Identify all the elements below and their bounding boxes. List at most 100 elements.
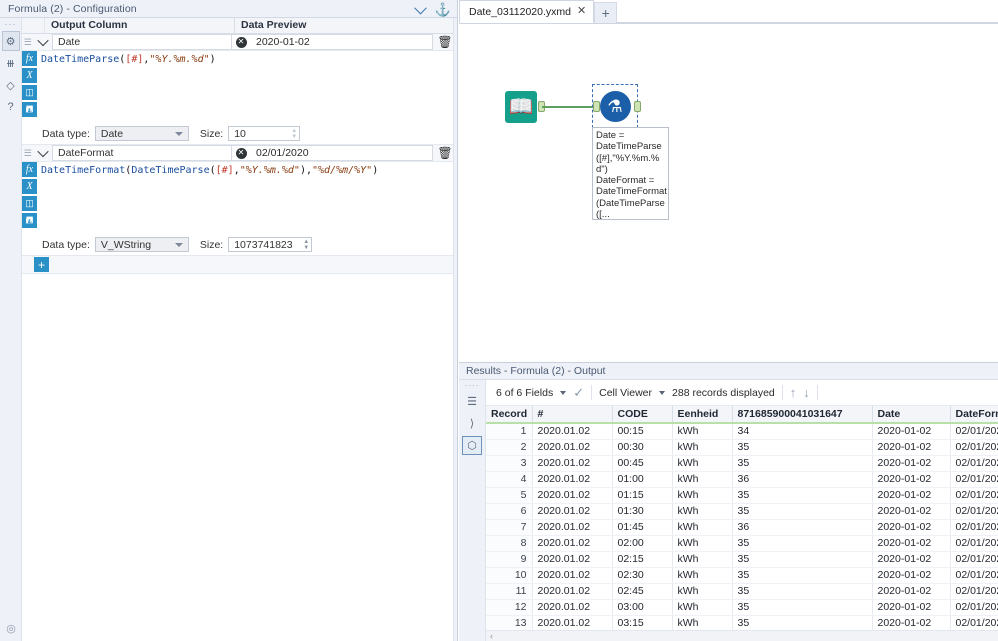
table-cell[interactable]: 2020-01-02 bbox=[872, 423, 951, 440]
table-row[interactable]: 12020.01.0200:15kWh342020-01-0202/01/202… bbox=[486, 423, 998, 440]
results-horizontal-scrollbar[interactable]: ‹ bbox=[486, 630, 998, 641]
save-expression-button[interactable]: 🖪 bbox=[22, 213, 37, 228]
table-cell[interactable]: 02/01/2020 bbox=[950, 615, 998, 630]
cell-viewer-chevron-down-icon[interactable] bbox=[659, 390, 666, 395]
add-formula-button[interactable]: + bbox=[34, 257, 49, 272]
column-header-871685900041031647[interactable]: 871685900041031647 bbox=[732, 406, 873, 424]
table-cell[interactable]: 2 bbox=[486, 439, 533, 456]
table-row[interactable]: 22020.01.0200:30kWh352020-01-0202/01/202… bbox=[486, 439, 998, 456]
size-input[interactable]: 1073741823 ▲ ▼ bbox=[228, 237, 313, 252]
table-cell[interactable]: kWh bbox=[672, 615, 733, 630]
table-cell[interactable]: 7 bbox=[486, 519, 533, 536]
table-row[interactable]: 32020.01.0200:45kWh352020-01-0202/01/202… bbox=[486, 455, 998, 472]
table-cell[interactable]: 2020-01-02 bbox=[872, 535, 951, 552]
table-cell[interactable]: 02/01/2020 bbox=[950, 599, 998, 616]
table-row[interactable]: 13 2020.01.02 03:15 kWh 35 2020-01-02 02/01/20… bbox=[486, 615, 998, 630]
table-row[interactable]: 42020.01.0201:00kWh362020-01-0202/01/202… bbox=[486, 471, 998, 488]
rail-help-icon[interactable]: ? bbox=[2, 97, 20, 117]
column-header-eenheid[interactable]: Eenheid bbox=[672, 406, 733, 424]
table-cell[interactable]: 2020-01-02 bbox=[872, 599, 951, 616]
table-cell[interactable]: 2020.01.02 bbox=[532, 439, 613, 456]
scroll-left-chevron-icon[interactable]: ‹ bbox=[490, 631, 493, 641]
table-cell[interactable]: 2020-01-02 bbox=[872, 471, 951, 488]
table-cell[interactable]: 2020.01.02 bbox=[532, 455, 613, 472]
chevron-down-icon[interactable] bbox=[413, 1, 427, 14]
table-row[interactable]: 92020.01.0202:15kWh352020-01-0202/01/202… bbox=[486, 551, 998, 568]
table-cell[interactable]: 01:30 bbox=[612, 503, 673, 520]
size-stepper[interactable]: ▲ ▼ bbox=[303, 238, 309, 251]
table-cell[interactable]: 02/01/2020 bbox=[950, 535, 998, 552]
function-fx-button[interactable]: fx bbox=[22, 51, 37, 66]
table-cell[interactable]: 36 bbox=[732, 519, 873, 536]
table-cell[interactable]: 12 bbox=[486, 599, 533, 616]
table-cell[interactable]: 11 bbox=[486, 583, 533, 600]
column-header-record[interactable]: Record bbox=[486, 406, 533, 424]
table-cell[interactable]: 4 bbox=[486, 471, 533, 488]
table-cell[interactable]: 2020-01-02 bbox=[872, 551, 951, 568]
expression-editor-0[interactable]: DateTimeParse([#],"%Y.%m.%d") bbox=[38, 51, 457, 123]
table-cell[interactable]: 2020.01.02 bbox=[532, 615, 613, 630]
table-cell[interactable]: 9 bbox=[486, 551, 533, 568]
table-cell[interactable]: kWh bbox=[672, 583, 733, 600]
table-cell[interactable]: 2020.01.02 bbox=[532, 535, 613, 552]
formula-expand-caret[interactable] bbox=[34, 145, 52, 161]
table-cell[interactable]: 2020.01.02 bbox=[532, 423, 613, 440]
table-cell[interactable]: 35 bbox=[732, 487, 873, 504]
cell-viewer-label[interactable]: Cell Viewer bbox=[599, 387, 652, 399]
column-header--[interactable]: # bbox=[532, 406, 613, 424]
variable-x-button[interactable]: X bbox=[22, 68, 37, 83]
table-cell[interactable]: 3 bbox=[486, 455, 533, 472]
table-cell[interactable]: 10 bbox=[486, 567, 533, 584]
fields-dropdown-chevron-down-icon[interactable] bbox=[560, 390, 567, 395]
table-cell[interactable]: 2020.01.02 bbox=[532, 599, 613, 616]
table-cell[interactable]: 35 bbox=[732, 551, 873, 568]
rail-configuration-gear-icon[interactable]: ⚙ bbox=[1, 31, 20, 51]
table-cell[interactable]: 2020.01.02 bbox=[532, 487, 613, 504]
table-cell[interactable]: 02/01/2020 bbox=[950, 583, 998, 600]
table-cell[interactable]: 2020.01.02 bbox=[532, 519, 613, 536]
table-cell[interactable]: 2020.01.02 bbox=[532, 551, 613, 568]
table-cell[interactable]: kWh bbox=[672, 503, 733, 520]
table-cell[interactable]: kWh bbox=[672, 471, 733, 488]
table-cell[interactable]: 35 bbox=[732, 535, 873, 552]
table-cell[interactable]: 02:45 bbox=[612, 583, 673, 600]
input-data-tool-node[interactable]: 📖 bbox=[505, 91, 537, 123]
column-header-code[interactable]: CODE bbox=[612, 406, 673, 424]
table-cell[interactable]: 2020-01-02 bbox=[872, 583, 951, 600]
table-cell[interactable]: 02/01/2020 bbox=[950, 439, 998, 456]
pin-icon[interactable]: ⚓ bbox=[435, 3, 451, 16]
table-cell[interactable]: 36 bbox=[732, 471, 873, 488]
table-cell[interactable]: 2020.01.02 bbox=[532, 503, 613, 520]
rail-tag-icon[interactable]: ◇ bbox=[2, 75, 20, 95]
output-column-input[interactable]: DateFormat bbox=[52, 145, 232, 161]
table-cell[interactable]: kWh bbox=[672, 487, 733, 504]
table-cell[interactable]: 35 bbox=[732, 583, 873, 600]
table-cell[interactable]: 02:30 bbox=[612, 567, 673, 584]
table-cell[interactable]: 02/01/2020 bbox=[950, 471, 998, 488]
open-expression-button[interactable]: ◫ bbox=[22, 196, 37, 211]
table-cell[interactable]: 6 bbox=[486, 503, 533, 520]
column-header-dateformat[interactable]: DateFormat bbox=[950, 406, 998, 424]
table-cell[interactable]: 02:15 bbox=[612, 551, 673, 568]
table-cell[interactable]: 35 bbox=[732, 503, 873, 520]
rail-status-check-icon[interactable]: ◎ bbox=[0, 622, 22, 635]
size-input[interactable]: 10 ▲ ▼ bbox=[228, 126, 301, 141]
table-cell[interactable]: 2020-01-02 bbox=[872, 519, 951, 536]
table-cell[interactable]: 00:30 bbox=[612, 439, 673, 456]
table-cell[interactable]: kWh bbox=[672, 439, 733, 456]
table-cell[interactable]: 02:00 bbox=[612, 535, 673, 552]
table-cell[interactable]: 02/01/2020 bbox=[950, 567, 998, 584]
table-cell[interactable]: 02/01/2020 bbox=[950, 423, 998, 440]
table-row[interactable]: 10 2020.01.02 02:30 kWh 35 2020-01-02 02/01/20… bbox=[486, 567, 998, 584]
table-row[interactable]: 72020.01.0201:45kWh362020-01-0202/01/202… bbox=[486, 519, 998, 536]
table-cell[interactable]: kWh bbox=[672, 567, 733, 584]
column-header-date[interactable]: Date bbox=[872, 406, 951, 424]
table-cell[interactable]: 2020-01-02 bbox=[872, 455, 951, 472]
table-cell[interactable]: 03:15 bbox=[612, 615, 673, 630]
table-cell[interactable]: 35 bbox=[732, 455, 873, 472]
table-cell[interactable]: 2020.01.02 bbox=[532, 471, 613, 488]
results-rail-drag-dots[interactable]: ···· bbox=[465, 382, 480, 390]
formula-tool-node[interactable]: ⚗ bbox=[592, 84, 638, 128]
table-cell[interactable]: 5 bbox=[486, 487, 533, 504]
table-cell[interactable]: 01:15 bbox=[612, 487, 673, 504]
